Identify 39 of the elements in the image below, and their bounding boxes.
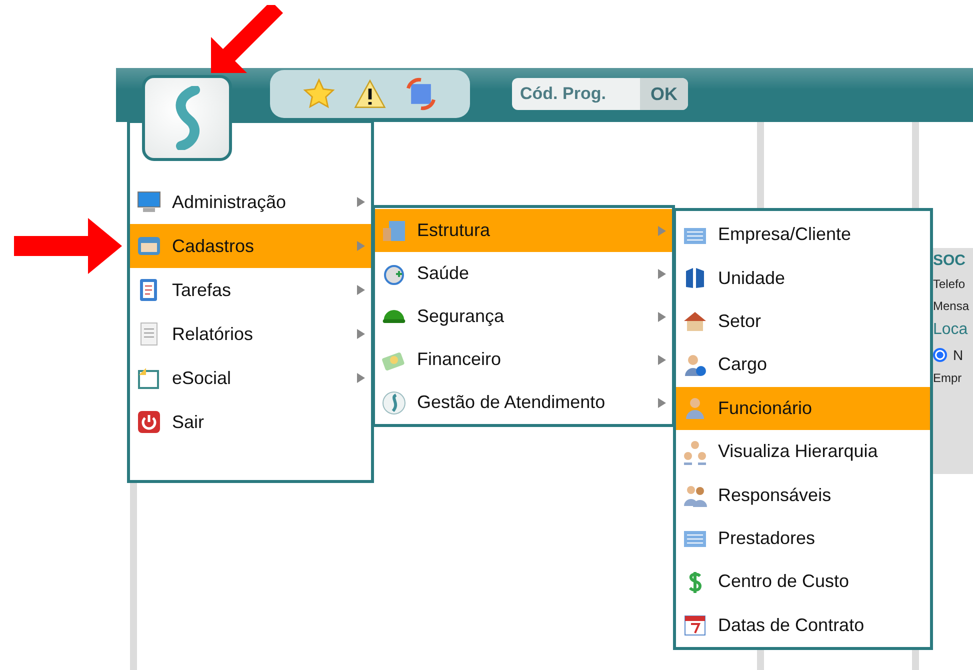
menu-item[interactable]: Saúde [375,252,672,295]
menu-item[interactable]: Visualiza Hierarquia [676,430,930,474]
panel-heading: SOC [933,252,967,269]
radio-label: N [953,347,964,363]
field-label: Empr [933,371,963,385]
hierarchy-icon [682,438,708,465]
menu-item[interactable]: Centro de Custo [676,560,930,604]
menu-item[interactable]: Sair [130,400,371,444]
menu-item[interactable]: Unidade [676,256,930,300]
menu-item[interactable]: Estrutura [375,209,672,252]
logo-icon [381,390,407,416]
helmet-icon [381,310,407,323]
program-code-field[interactable]: Cód. Prog. OK [512,78,688,110]
menu-item[interactable]: Responsáveis [676,473,930,517]
menu-item[interactable]: Cadastros [130,224,371,268]
menu-item[interactable]: Gestão de Atendimento [375,381,672,424]
monitor-icon [136,189,162,215]
menu-item[interactable]: eSocial [130,356,371,400]
menu-item[interactable]: Administração [130,180,371,224]
warning-icon[interactable] [354,79,386,109]
menu-item[interactable]: Cargo [676,343,930,387]
menu-item[interactable]: Setor [676,300,930,344]
section-title: Loca [933,321,969,339]
power-icon [136,409,162,435]
menu-item[interactable]: Prestadores [676,516,930,560]
radio-button[interactable] [933,348,947,362]
sync-icon[interactable] [404,77,438,111]
menu-item[interactable]: Relatórios [130,312,371,356]
star-icon[interactable] [302,77,336,111]
logo-button[interactable] [142,75,232,161]
menu-item[interactable]: Empresa/Cliente [676,213,930,256]
menu-item[interactable]: Segurança [375,295,672,338]
menu-item[interactable]: Funcionário [676,386,930,430]
field-label: Mensa [933,299,970,313]
menu-item[interactable]: Datas de Contrato [676,604,930,647]
menu-item[interactable]: Tarefas [130,268,371,312]
menu-item[interactable]: Financeiro [375,338,672,381]
ok-button[interactable]: OK [640,78,688,110]
field-label: Telefo [933,277,966,291]
